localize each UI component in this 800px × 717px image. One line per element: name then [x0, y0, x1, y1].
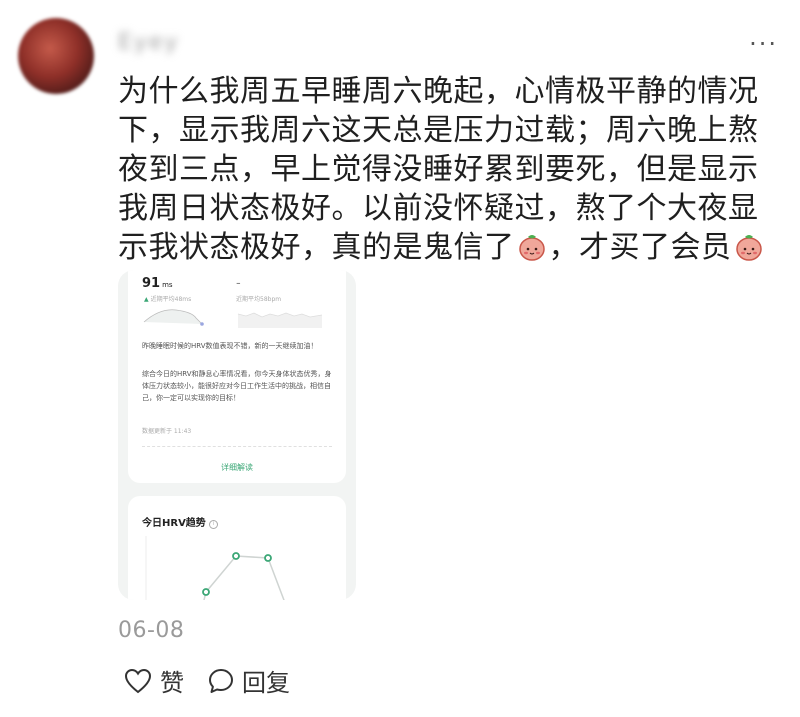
like-label: 赞	[160, 669, 184, 697]
attached-image[interactable]: 91 ms - ▲ 近期平均48ms 近期平均58bpm 昨晚睡眠时候的HRV数值表…	[118, 270, 356, 600]
hrv-trend-card: 今日HRV趋势 i	[128, 496, 346, 600]
trend-point	[232, 552, 240, 560]
hr-average-label: 近期平均58bpm	[236, 296, 282, 303]
like-button[interactable]: 赞	[124, 663, 184, 698]
reply-label: 回复	[242, 669, 290, 697]
avatar[interactable]	[18, 18, 94, 94]
hrv-summary-card: 91 ms - ▲ 近期平均48ms 近期平均58bpm 昨晚睡眠时候的HRV数值表…	[128, 270, 346, 483]
hr-mini-chart	[237, 312, 323, 328]
hrv-value: 91 ms	[142, 276, 173, 291]
trend-point	[264, 554, 272, 562]
username[interactable]: Eyey	[118, 30, 179, 55]
post-text-part-2: ，才买了会员	[548, 230, 732, 265]
hrv-trend-chart	[145, 536, 285, 600]
peach-face-emoji-icon	[518, 235, 545, 261]
trend-title: 今日HRV趋势 i	[142, 514, 218, 529]
hrv-paragraph-1: 昨晚睡眠时候的HRV数值表现不错，新的一天继续加油！	[142, 342, 318, 350]
hrv-average-label: ▲ 近期平均48ms	[144, 296, 192, 303]
post-text: 为什么我周五早睡周六晚起，心情极平静的情况下，显示我周六这天总是压力过载；周六晚…	[118, 72, 786, 267]
resting-hr-value: -	[236, 276, 241, 291]
data-updated-label: 数据更新于 11:43	[142, 428, 192, 435]
hrv-mini-chart	[143, 309, 204, 326]
trend-point	[202, 588, 210, 596]
divider	[142, 446, 332, 447]
heart-icon	[124, 668, 152, 693]
speech-bubble-icon	[209, 668, 233, 693]
hrv-paragraph-2: 综合今日的HRV和静息心率情况看，你今天身体状态优秀，身体压力状态较小，能很好应…	[142, 370, 332, 402]
more-dots-icon[interactable]: ···	[749, 30, 778, 58]
info-icon[interactable]: i	[208, 520, 218, 529]
post-date: 06-08	[118, 618, 185, 643]
reply-button[interactable]: 回复	[208, 663, 290, 698]
detail-link[interactable]: 详细解读	[128, 462, 346, 473]
peach-face-emoji-icon	[735, 235, 762, 261]
